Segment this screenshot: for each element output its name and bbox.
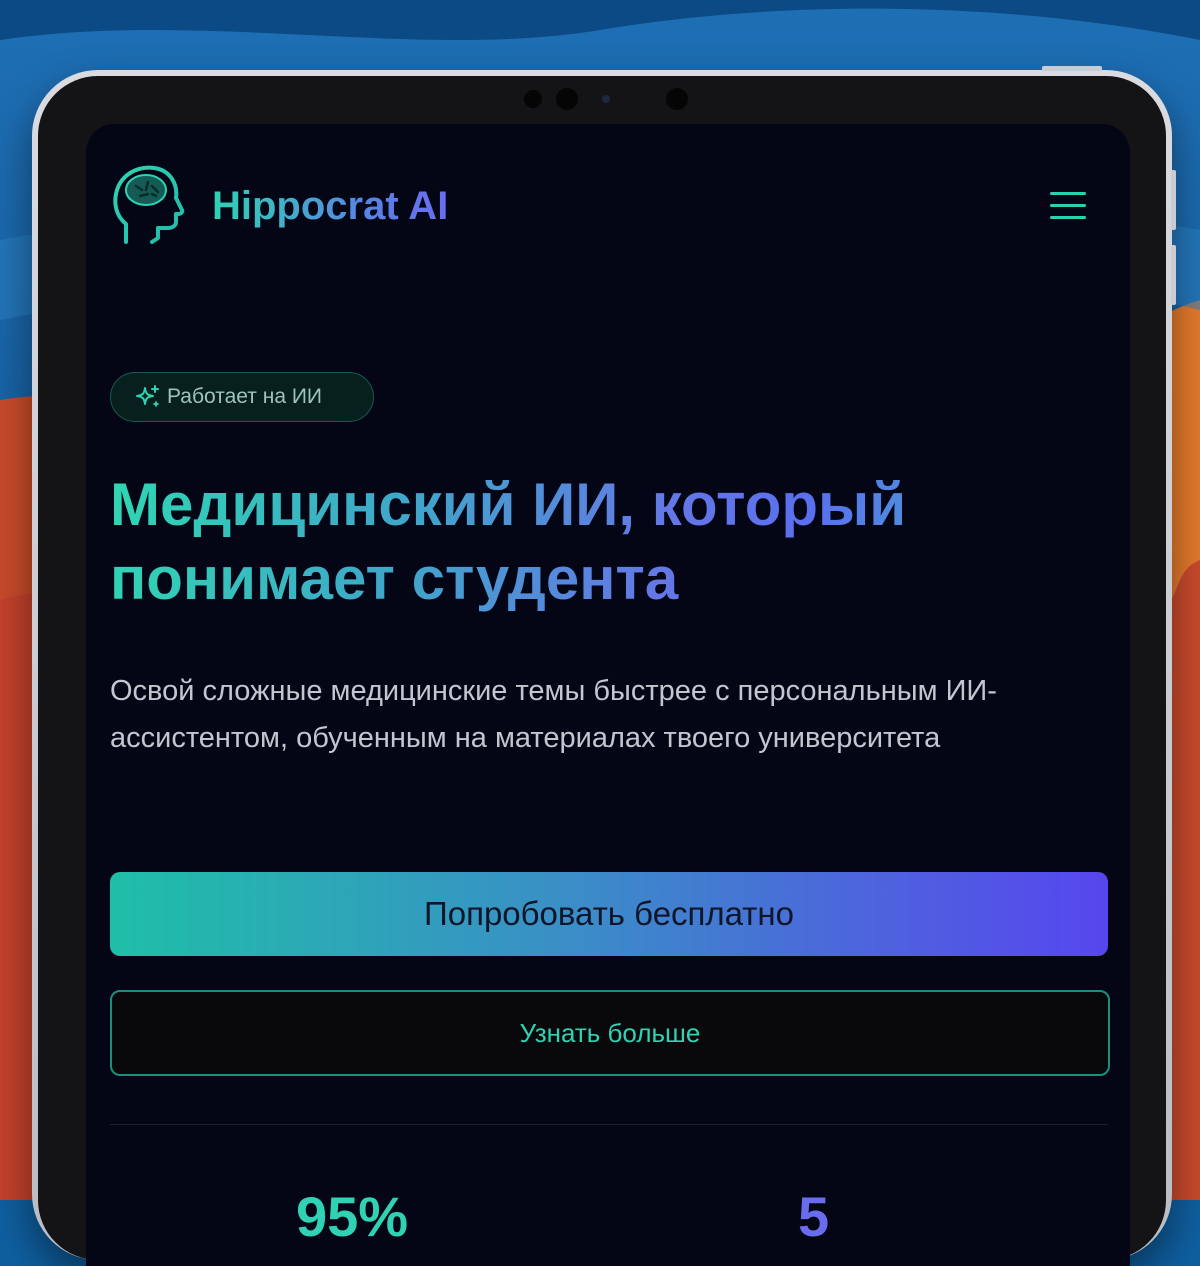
top-button <box>1042 66 1102 71</box>
app-screen: Hippocrat AI Работает на ИИ Медицинский … <box>86 124 1130 1266</box>
camera-lens <box>556 88 578 110</box>
try-free-button[interactable]: Попробовать бесплатно <box>110 872 1108 956</box>
learn-more-button[interactable]: Узнать больше <box>110 990 1110 1076</box>
hero-subtitle: Освой сложные медицинские темы быстрее с… <box>110 675 997 754</box>
ai-powered-badge: Работает на ИИ <box>110 372 374 422</box>
headline-line-2: понимает студента <box>110 545 679 612</box>
sensor-dot <box>524 90 542 108</box>
sparkles-icon <box>136 385 159 407</box>
top-nav: Hippocrat AI <box>86 124 1130 294</box>
face-sensor <box>666 88 688 110</box>
badge-label: Работает на ИИ <box>167 385 323 408</box>
headline-line-1: Медицинский ИИ, который <box>110 471 907 538</box>
hero-headline: Медицинский ИИ, который понимает студент… <box>110 468 1070 616</box>
brain-head-icon[interactable] <box>112 164 186 248</box>
device-bezel: Hippocrat AI Работает на ИИ Медицинский … <box>38 76 1166 1266</box>
tablet-device: Hippocrat AI Работает на ИИ Медицинский … <box>32 66 1176 1266</box>
brand-name[interactable]: Hippocrat AI <box>212 182 448 230</box>
hamburger-menu-icon[interactable] <box>1046 186 1090 224</box>
section-divider <box>110 1124 1108 1125</box>
ambient-sensor <box>602 95 610 103</box>
volume-down-button <box>1171 245 1176 305</box>
stat-value-1: 95% <box>296 1185 409 1248</box>
volume-up-button <box>1171 170 1176 230</box>
stat-value-2: 5 <box>798 1185 830 1248</box>
